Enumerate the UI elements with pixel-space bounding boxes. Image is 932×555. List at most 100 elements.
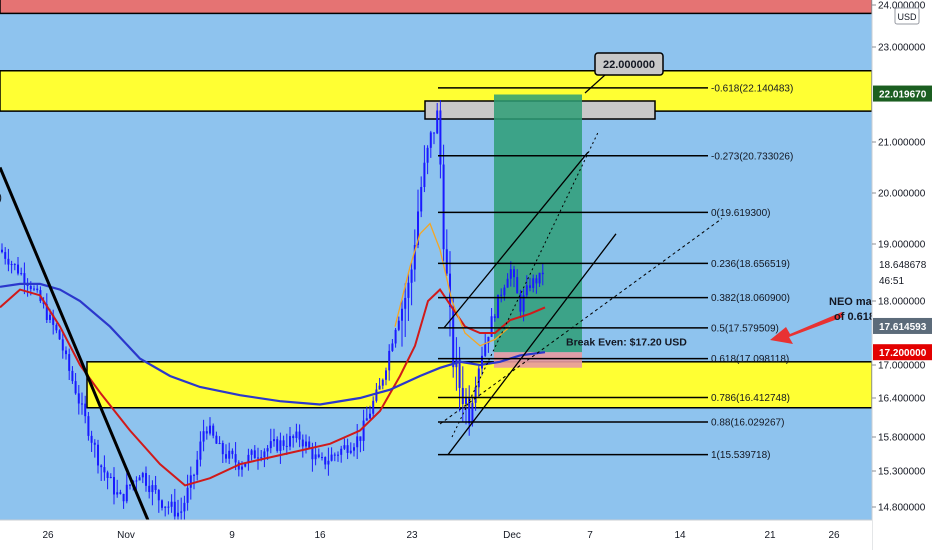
x-tick-label: 21 bbox=[764, 530, 776, 541]
candle-body bbox=[343, 445, 346, 449]
candle-body bbox=[68, 354, 71, 371]
y-tick-label: 18.000000 bbox=[878, 297, 926, 308]
candle-body bbox=[314, 454, 317, 460]
candle-body bbox=[202, 431, 205, 442]
candle-body bbox=[1, 249, 3, 253]
candle-body bbox=[356, 436, 359, 448]
candle-body bbox=[484, 343, 487, 356]
x-tick-label: 16 bbox=[314, 530, 326, 541]
candle-body bbox=[372, 400, 375, 414]
candle-body bbox=[154, 485, 157, 491]
candle-body bbox=[170, 501, 173, 507]
target-callout-text: 22.000000 bbox=[603, 59, 655, 71]
price-label-text: 22.019670 bbox=[879, 90, 927, 101]
candle-body bbox=[81, 403, 83, 405]
fib-label: 0.88(16.029267) bbox=[711, 418, 784, 429]
y-tick-label: 20.000000 bbox=[878, 189, 926, 200]
candle-body bbox=[100, 465, 103, 468]
break-even-label: Break Even: $17.20 USD bbox=[566, 337, 687, 349]
candle-body bbox=[317, 454, 320, 458]
candle-body bbox=[461, 387, 464, 405]
price-chart[interactable]: -0.618(22.140483) -0.273(20.733026) 0(19.6… bbox=[0, 0, 932, 550]
candle-body bbox=[289, 436, 291, 447]
candle-body bbox=[397, 320, 400, 330]
candle-body bbox=[218, 443, 221, 445]
fib-label: 0.382(18.060900) bbox=[711, 293, 790, 304]
candle-body bbox=[97, 444, 99, 466]
candle-body bbox=[49, 314, 51, 320]
candle-body bbox=[436, 110, 439, 134]
candle-body bbox=[420, 186, 423, 212]
price-label-text: 18.648678 bbox=[879, 260, 927, 271]
candle-body bbox=[189, 475, 192, 488]
candle-body bbox=[260, 457, 263, 459]
candle-body bbox=[183, 502, 186, 512]
x-tick-label: 23 bbox=[406, 530, 418, 541]
candle-body bbox=[103, 467, 106, 473]
candle-body bbox=[77, 393, 80, 404]
candle-body bbox=[55, 324, 58, 331]
candle-body bbox=[471, 402, 474, 424]
candle-body bbox=[423, 162, 426, 187]
candle-body bbox=[369, 413, 371, 419]
candle-body bbox=[234, 454, 237, 463]
y-tick-label: 16.400000 bbox=[878, 394, 926, 405]
candle-body bbox=[346, 445, 349, 453]
left-edge-paren: ) bbox=[0, 190, 2, 204]
candle-body bbox=[122, 493, 125, 502]
candle-body bbox=[365, 418, 368, 421]
candle-body bbox=[90, 435, 93, 443]
candle-body bbox=[513, 269, 515, 278]
candle-body bbox=[231, 450, 234, 455]
candle-body bbox=[401, 308, 403, 321]
candle-body bbox=[509, 269, 512, 279]
candle-body bbox=[141, 473, 144, 478]
candle-body bbox=[17, 264, 19, 274]
candle-body bbox=[481, 355, 483, 369]
candle-body bbox=[257, 457, 259, 459]
fib-label: 0.786(16.412748) bbox=[711, 393, 790, 404]
candle-body bbox=[253, 450, 256, 459]
candle-body bbox=[250, 450, 253, 455]
candle-body bbox=[477, 368, 480, 388]
candle-body bbox=[433, 132, 435, 134]
fib-label: 0.5(17.579509) bbox=[711, 323, 779, 334]
x-tick-label: Nov bbox=[117, 530, 135, 541]
y-tick-label: 14.800000 bbox=[878, 503, 926, 514]
candle-body bbox=[109, 476, 112, 478]
candle-body bbox=[273, 439, 275, 442]
candle-body bbox=[410, 269, 413, 283]
y-tick-label: 15.800000 bbox=[878, 433, 926, 444]
candle-body bbox=[116, 492, 119, 495]
y-tick-label: 19.000000 bbox=[878, 240, 926, 251]
candle-body bbox=[333, 454, 336, 456]
fib-label: -0.273(20.733026) bbox=[711, 151, 793, 162]
candle-body bbox=[113, 476, 115, 495]
candle-body bbox=[282, 440, 285, 446]
candle-body bbox=[135, 480, 138, 482]
candle-body bbox=[167, 506, 170, 508]
candle-body bbox=[500, 294, 503, 296]
x-tick-label: Dec bbox=[503, 530, 521, 541]
candle-body bbox=[388, 350, 391, 371]
candle-body bbox=[193, 474, 195, 476]
candle-body bbox=[337, 454, 339, 456]
candle-body bbox=[186, 487, 189, 503]
candle-body bbox=[138, 477, 141, 481]
candle-body bbox=[349, 450, 352, 453]
candle-body bbox=[74, 381, 77, 394]
chart-area[interactable]: -0.618(22.140483) -0.273(20.733026) 0(19.6… bbox=[0, 0, 932, 550]
candle-body bbox=[429, 132, 432, 148]
y-tick-label: 15.300000 bbox=[878, 467, 926, 478]
candle-body bbox=[503, 287, 506, 296]
candle-body bbox=[4, 252, 7, 259]
price-label-text: 46:51 bbox=[879, 276, 904, 287]
candle-body bbox=[106, 472, 109, 478]
candle-body bbox=[375, 389, 378, 401]
candle-body bbox=[321, 457, 323, 459]
y-tick-label: 21.000000 bbox=[878, 138, 926, 149]
candle-body bbox=[164, 506, 167, 508]
candle-body bbox=[225, 454, 227, 459]
candle-body bbox=[199, 441, 202, 460]
candle-body bbox=[327, 460, 330, 465]
